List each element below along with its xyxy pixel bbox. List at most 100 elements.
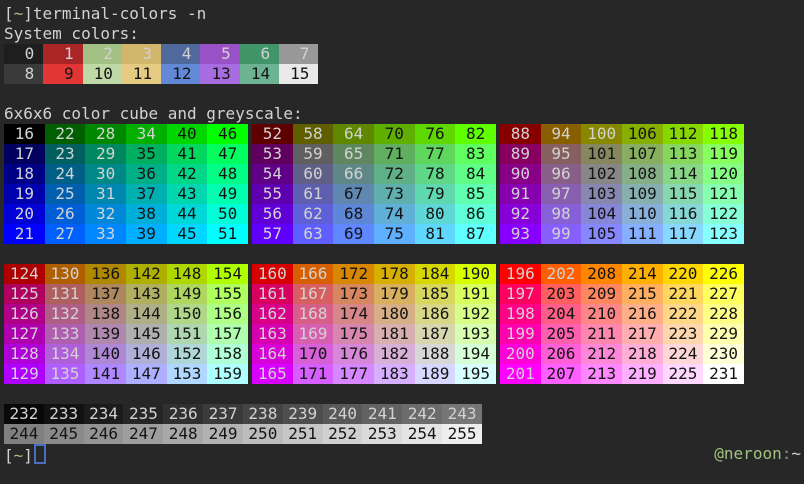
cube-row: 160166172178184190: [252, 264, 496, 284]
color-cell-34: 34: [126, 124, 167, 144]
color-cell-156: 156: [207, 304, 248, 324]
color-cell-26: 26: [45, 204, 86, 224]
color-cell-100: 100: [581, 124, 622, 144]
color-cell-5: 5: [200, 44, 239, 64]
cube-row: 535965717783: [252, 144, 496, 164]
color-cell-11: 11: [122, 64, 161, 84]
color-cell-152: 152: [167, 344, 208, 364]
cube-row: 198204210216222228: [500, 304, 744, 324]
color-cell-119: 119: [703, 144, 744, 164]
color-cell-193: 193: [455, 324, 496, 344]
status-path: ~: [791, 444, 801, 463]
color-cell-40: 40: [167, 124, 208, 144]
cube-row: 182430364248: [4, 164, 248, 184]
color-cell-2: 2: [83, 44, 122, 64]
color-cell-89: 89: [500, 144, 541, 164]
color-cell-21: 21: [4, 224, 45, 244]
color-cell-243: 243: [442, 404, 482, 424]
color-cell-203: 203: [541, 284, 582, 304]
cube-row: 162228344046: [4, 124, 248, 144]
color-cell-4: 4: [161, 44, 200, 64]
color-cell-177: 177: [333, 364, 374, 384]
color-cell-71: 71: [374, 144, 415, 164]
terminal-cursor[interactable]: [34, 444, 46, 464]
color-cell-82: 82: [455, 124, 496, 144]
cube-row: 9298104110116122: [500, 204, 744, 224]
color-cell-133: 133: [45, 324, 86, 344]
prompt-bracket-close: ]: [23, 4, 33, 23]
color-cell-18: 18: [4, 164, 45, 184]
color-cell-123: 123: [703, 224, 744, 244]
prompt-bracket-open: [: [4, 446, 14, 465]
color-cell-15: 15: [279, 64, 318, 84]
color-cell-167: 167: [293, 284, 334, 304]
color-cell-168: 168: [293, 304, 334, 324]
cube-row: 165171177183189195: [252, 364, 496, 384]
color-cell-147: 147: [126, 364, 167, 384]
status-right: @neroon:~: [714, 444, 801, 464]
color-cell-171: 171: [293, 364, 334, 384]
color-cell-120: 120: [703, 164, 744, 184]
cube-row: 566268748086: [252, 204, 496, 224]
color-cell-6: 6: [240, 44, 279, 64]
system-colors-label: System colors:: [0, 24, 804, 44]
color-cell-233: 233: [44, 404, 84, 424]
color-cell-172: 172: [333, 264, 374, 284]
color-cell-199: 199: [500, 324, 541, 344]
cube-block-196: 1962022082142202261972032092152212271982…: [500, 264, 744, 384]
color-cell-62: 62: [293, 204, 334, 224]
color-cell-23: 23: [45, 144, 86, 164]
color-cell-148: 148: [167, 264, 208, 284]
terminal-screen[interactable]: [~]terminal-colors -n System colors: 012…: [0, 0, 804, 484]
color-cell-157: 157: [207, 324, 248, 344]
color-cell-118: 118: [703, 124, 744, 144]
color-cell-60: 60: [293, 164, 334, 184]
color-cell-226: 226: [703, 264, 744, 284]
color-cell-198: 198: [500, 304, 541, 324]
color-cell-66: 66: [333, 164, 374, 184]
cube-row: 212733394551: [4, 224, 248, 244]
color-cell-31: 31: [85, 184, 126, 204]
color-cell-155: 155: [207, 284, 248, 304]
color-cell-211: 211: [581, 324, 622, 344]
color-cell-112: 112: [663, 124, 704, 144]
color-cell-173: 173: [333, 284, 374, 304]
color-cell-65: 65: [333, 144, 374, 164]
color-cell-114: 114: [663, 164, 704, 184]
color-cell-141: 141: [85, 364, 126, 384]
color-cell-205: 205: [541, 324, 582, 344]
color-cell-79: 79: [415, 184, 456, 204]
cube-block-52: 5258647076825359657177835460667278845561…: [252, 124, 496, 244]
cube-row: 125131137143149155: [4, 284, 248, 304]
color-cell-227: 227: [703, 284, 744, 304]
color-cell-3: 3: [122, 44, 161, 64]
color-cell-163: 163: [252, 324, 293, 344]
cube-row: 199205211217223229: [500, 324, 744, 344]
color-cell-208: 208: [581, 264, 622, 284]
color-cell-161: 161: [252, 284, 293, 304]
color-cell-113: 113: [663, 144, 704, 164]
cube-row: 202632384450: [4, 204, 248, 224]
color-cell-134: 134: [45, 344, 86, 364]
blank-line: [0, 244, 804, 264]
color-cell-192: 192: [455, 304, 496, 324]
cube-block-160: 1601661721781841901611671731791851911621…: [252, 264, 496, 384]
color-cell-16: 16: [4, 124, 45, 144]
color-cell-138: 138: [85, 304, 126, 324]
color-cell-46: 46: [207, 124, 248, 144]
cube-row: 124130136142148154: [4, 264, 248, 284]
color-cell-52: 52: [252, 124, 293, 144]
color-cell-175: 175: [333, 324, 374, 344]
color-cell-129: 129: [4, 364, 45, 384]
color-cell-122: 122: [703, 204, 744, 224]
command-text: terminal-colors -n: [33, 4, 206, 23]
color-cell-25: 25: [45, 184, 86, 204]
color-cell-56: 56: [252, 204, 293, 224]
color-cell-72: 72: [374, 164, 415, 184]
cube-row: 525864707682: [252, 124, 496, 144]
color-cell-185: 185: [415, 284, 456, 304]
color-cell-217: 217: [622, 324, 663, 344]
color-cell-87: 87: [455, 224, 496, 244]
cube-row: 196202208214220226: [500, 264, 744, 284]
cube-row: 576369758187: [252, 224, 496, 244]
